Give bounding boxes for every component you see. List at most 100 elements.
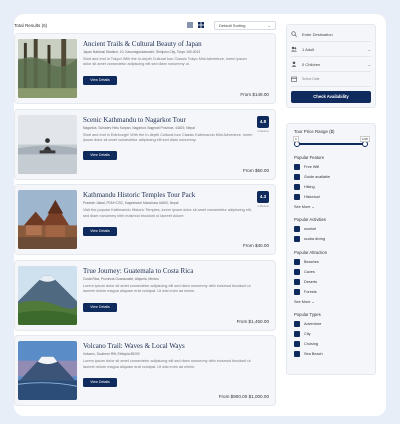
chevron-down-icon: ⌄ [267,22,271,28]
checkbox-label: Hiking [304,185,315,189]
filter-checkbox[interactable]: Guide available [294,174,368,180]
view-details-button[interactable]: View Details [83,75,117,85]
rating-score: 4.3 [257,191,269,204]
grid-view-icon[interactable] [198,22,204,28]
filter-checkbox[interactable]: City [294,331,368,337]
price-range-title: Tour Price Range ($) [294,129,335,134]
check-availability-button[interactable]: Check Availability [291,91,371,103]
checkbox-label: City [304,332,311,336]
view-details-button[interactable]: View Details [83,227,117,236]
list-view-icon[interactable] [187,22,193,28]
tour-card: True Journey: Guatemala to Costa Rica Co… [14,259,276,331]
checkbox-icon [294,269,300,275]
tour-price: From $50.00 [242,167,269,173]
price-max-label: 1200 [359,136,370,142]
checkbox-label: Adventure [304,322,322,326]
tour-price: From $40.00 [242,243,269,249]
adults-select[interactable]: 1 Adult ⌄ [291,42,371,57]
tour-list: Ancient Trails & Cultural Beauty of Japa… [14,33,276,411]
total-results: Total Results (6) [14,22,48,28]
checkbox-icon [294,341,300,347]
tour-address: Costa Rica, Provincia Guanacaste, Alajue… [83,276,159,281]
tour-description: Start and end in Tokyo! With the In-dept… [83,57,247,67]
tour-image-temple[interactable] [18,190,77,250]
tour-description: Lorem ipsum dolor sit amet consectetur a… [83,359,251,369]
checkbox-icon [294,259,300,265]
checkbox-label: Guide available [304,175,331,179]
view-details-button[interactable]: View Details [83,151,117,161]
rating-score: 4.8 [257,115,269,128]
filter-panel: Tour Price Range ($) 0 1200 Popular Feat… [286,123,376,375]
filter-checkbox[interactable]: Cruising [294,341,368,347]
availability-search: Enter Destination 1 Adult ⌄ 0 Children ⌄ [286,24,376,108]
checkbox-icon [294,331,300,337]
tour-price: From $149.00 [240,92,269,97]
tour-title[interactable]: True Journey: Guatemala to Costa Rica [83,267,272,275]
filter-checkbox[interactable]: Adventure [294,321,368,327]
sort-select[interactable]: Default Sorting ⌄ [214,20,276,30]
tour-address: Nagarkot, Suhadev Helu Karpan, Nagarkot,… [83,125,195,130]
tour-image-fuji[interactable] [18,341,77,401]
destination-placeholder: Enter Destination [302,31,333,37]
filter-checkbox[interactable]: Caves [294,269,368,275]
filter-checkbox[interactable]: Deserts [294,279,368,285]
checkbox-icon [294,174,300,180]
types-group-title: Popular Types [294,312,321,317]
checkbox-label: Beaches [304,260,319,264]
view-details-button[interactable]: View Details [83,378,117,388]
filter-checkbox[interactable]: Hiking [294,184,368,190]
filter-checkbox[interactable]: Free Wifi [294,164,368,170]
destination-field[interactable]: Enter Destination [291,27,371,42]
tour-card: Volcano Trail: Waves & Local Ways Volcan… [14,335,276,407]
filter-checkbox[interactable]: snorkel [294,226,368,232]
checkbox-icon [294,194,300,200]
checkbox-icon [294,321,300,327]
checkbox-label: Sea Beach [304,352,323,356]
rating-badge: 4.8 1 Review [257,115,269,133]
checkbox-label: Free Wifi [304,165,320,169]
filter-checkbox[interactable]: Sea Beach [294,351,368,357]
chevron-down-icon: ⌄ [311,300,315,304]
view-details-button[interactable]: View Details [83,302,117,312]
see-more-link[interactable]: See More ⌄ [294,204,368,209]
calendar-icon [291,76,297,82]
see-more-link[interactable]: See More ⌄ [294,299,368,304]
tour-description: Visit the popular Kathmandu Historic Tem… [83,208,252,218]
checkbox-icon [294,279,300,285]
tour-title[interactable]: Scenic Kathmandu to Nagarkot Tour [83,116,272,124]
tour-card: Scenic Kathmandu to Nagarkot Tour Nagark… [14,108,276,180]
tour-image-meditation[interactable] [18,114,77,174]
tour-title[interactable]: Volcano Trail: Waves & Local Ways [83,342,272,350]
filter-checkbox[interactable]: Beaches [294,259,368,265]
checkbox-label: Caves [304,270,315,274]
tour-title[interactable]: Kathmandu Historic Temples Tour Pack [83,191,272,199]
tour-title[interactable]: Ancient Trails & Cultural Beauty of Japa… [83,40,272,48]
checkbox-label: Historical [304,195,320,199]
slider-track [297,143,365,145]
checkbox-icon [294,226,300,232]
adults-value: 1 Adult [302,46,315,52]
see-more-label: See More [294,300,311,304]
filter-checkbox[interactable]: Forests [294,289,368,295]
filter-checkbox[interactable]: Historical [294,194,368,200]
chevron-down-icon: ⌄ [367,46,371,52]
checkbox-label: Forests [304,290,317,294]
tour-image-volcano[interactable] [18,265,77,325]
children-value: 0 Children [302,61,321,67]
date-placeholder: Select Date [302,77,320,81]
children-select[interactable]: 0 Children ⌄ [291,57,371,72]
price-range-slider[interactable]: 0 1200 [293,136,370,147]
filter-checkbox[interactable]: scuba diving [294,236,368,242]
tour-description: Lorem ipsum dolor sit amet consectetur a… [83,283,251,294]
tour-address: Japan National Stadium, 10, Kasumigaokam… [83,50,201,54]
attraction-group-title: Popular Attraction [294,250,328,255]
sort-label: Default Sorting [219,22,246,28]
tour-image-forest[interactable] [18,39,77,98]
tour-address: Volcano, Southern Rift, Ethiopia 85200 [83,352,140,357]
checkbox-label: snorkel [304,227,317,231]
price-min-label: 0 [293,136,299,142]
date-field[interactable]: Select Date [291,72,371,87]
checkbox-icon [294,351,300,357]
checkbox-icon [294,184,300,190]
checkbox-icon [294,236,300,242]
